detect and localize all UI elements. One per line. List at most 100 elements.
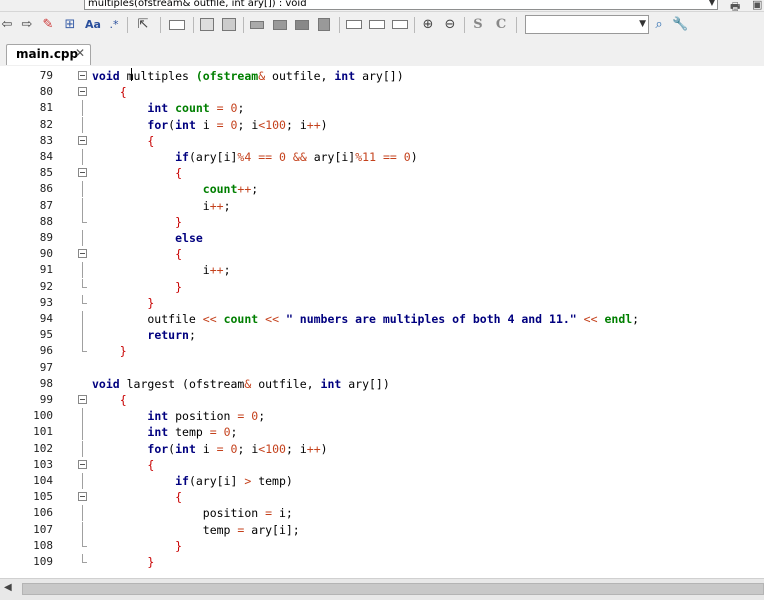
- line-number: 79: [39, 69, 53, 82]
- rect1-icon[interactable]: [345, 15, 363, 35]
- code-line[interactable]: 108 }: [0, 537, 764, 554]
- fold-toggle-icon[interactable]: [78, 249, 87, 259]
- code-line[interactable]: 79 void multiples (ofstream& outfile, int…: [0, 68, 764, 84]
- line-number: 106: [33, 506, 53, 520]
- scroll-left-icon[interactable]: ◀: [4, 582, 12, 593]
- code-line[interactable]: 86 count++;: [0, 181, 764, 198]
- fold-toggle-icon[interactable]: [78, 459, 87, 469]
- code-token: int: [147, 101, 169, 116]
- code-token: }: [175, 214, 183, 229]
- code-text: }: [92, 295, 154, 311]
- code-line[interactable]: 107 temp = ary[i];: [0, 521, 764, 538]
- pencil-icon[interactable]: ✎: [40, 15, 56, 35]
- code-line[interactable]: 109 }: [0, 554, 764, 570]
- fold-end: [82, 537, 87, 547]
- rect3-icon[interactable]: [391, 15, 409, 35]
- block3-icon[interactable]: [294, 15, 310, 35]
- code-line[interactable]: 103 {: [0, 457, 764, 473]
- zoom-in-icon[interactable]: ⊕: [419, 15, 437, 35]
- window-icon[interactable]: ▣: [752, 0, 762, 11]
- code-text: }: [92, 343, 127, 359]
- regex-icon[interactable]: .*: [106, 15, 122, 35]
- fold-guide: [82, 181, 83, 198]
- fold-toggle-icon[interactable]: [78, 395, 87, 404]
- fold-toggle-icon[interactable]: [78, 87, 87, 97]
- search-icon[interactable]: ⌕: [651, 15, 667, 35]
- rectangle-icon[interactable]: [167, 15, 187, 35]
- block4-icon[interactable]: [316, 15, 332, 35]
- image-icon[interactable]: [199, 15, 215, 35]
- line-number: 102: [33, 441, 53, 455]
- search-combo[interactable]: ▼: [525, 15, 649, 34]
- toolbar-separator: [414, 17, 415, 33]
- code-line[interactable]: 97: [0, 360, 764, 376]
- code-line[interactable]: 98 void largest (ofstream& outfile, int a…: [0, 376, 764, 392]
- chevron-down-icon[interactable]: ▼: [639, 16, 646, 33]
- s-icon[interactable]: S: [471, 15, 485, 35]
- zoom-out-icon[interactable]: ⊖: [441, 15, 459, 35]
- code-line[interactable]: 80 {: [0, 84, 764, 100]
- code-line[interactable]: 105 {: [0, 489, 764, 505]
- code-line[interactable]: 101 int temp = 0;: [0, 424, 764, 441]
- rect2-icon[interactable]: [368, 15, 386, 35]
- text-cursor: [131, 68, 132, 81]
- code-line[interactable]: 96 }: [0, 343, 764, 359]
- code-line[interactable]: 85 {: [0, 165, 764, 181]
- code-line[interactable]: 94 outfile << count << " numbers are mul…: [0, 311, 764, 327]
- insert-icon[interactable]: ⊞: [62, 15, 78, 35]
- code-line[interactable]: 92 }: [0, 278, 764, 295]
- tab-main-cpp[interactable]: main.cpp ✕: [6, 44, 91, 65]
- image-frame-icon[interactable]: [221, 15, 237, 35]
- code-token: " numbers are multiples of both 4 and 11…: [285, 312, 577, 326]
- code-line[interactable]: 93 }: [0, 294, 764, 311]
- c-icon[interactable]: C: [494, 15, 508, 35]
- code-line[interactable]: 83 {: [0, 133, 764, 149]
- code-editor[interactable]: 79 void multiples (ofstream& outfile, int…: [0, 66, 764, 578]
- chevron-down-icon[interactable]: ▼: [706, 0, 718, 9]
- code-text: int temp = 0;: [92, 424, 237, 440]
- forward-arrow-icon[interactable]: ⇨: [19, 15, 35, 35]
- code-line[interactable]: 84 if(ary[i]%4 == 0 && ary[i]%11 == 0): [0, 149, 764, 165]
- block2-icon[interactable]: [272, 15, 288, 35]
- code-line[interactable]: 89 else: [0, 230, 764, 246]
- code-line[interactable]: 106 position = i;: [0, 505, 764, 522]
- code-text: int position = 0;: [92, 408, 265, 424]
- code-line[interactable]: 99 {: [0, 392, 764, 408]
- code-token: count: [202, 182, 238, 197]
- code-line[interactable]: 104 if(ary[i] > temp): [0, 473, 764, 489]
- wrench-icon[interactable]: 🔧: [672, 15, 688, 35]
- fold-toggle-icon[interactable]: [78, 168, 87, 178]
- code-line[interactable]: 87 i++;: [0, 197, 764, 214]
- code-token: =: [216, 441, 224, 456]
- code-line[interactable]: 100 int position = 0;: [0, 408, 764, 425]
- code-line[interactable]: 90 {: [0, 246, 764, 262]
- scrollbar-thumb[interactable]: [22, 583, 764, 595]
- code-text: int count = 0;: [92, 100, 244, 116]
- close-icon[interactable]: ✕: [75, 46, 85, 60]
- tab-label: main.cpp: [16, 47, 79, 61]
- code-line[interactable]: 88 }: [0, 213, 764, 230]
- code-token: {: [119, 85, 127, 100]
- function-combo[interactable]: multiples(ofstream& outfile, int ary[]) …: [84, 0, 718, 10]
- code-line[interactable]: 81 int count = 0;: [0, 100, 764, 117]
- code-text: {: [92, 84, 127, 100]
- fold-toggle-icon[interactable]: [78, 71, 87, 80]
- fold-guide: [82, 521, 83, 538]
- block1-icon[interactable]: [249, 15, 265, 35]
- font-icon[interactable]: Aa: [83, 15, 103, 35]
- code-line[interactable]: 82 for(int i = 0; i<100; i++): [0, 116, 764, 133]
- code-line[interactable]: 95 return;: [0, 327, 764, 344]
- pointer-icon[interactable]: ⇱: [136, 15, 150, 35]
- horizontal-scrollbar[interactable]: ◀: [0, 578, 764, 600]
- fold-toggle-icon[interactable]: [78, 492, 87, 502]
- fold-toggle-icon[interactable]: [78, 135, 87, 145]
- code-text: void multiples (ofstream& outfile, int a…: [92, 68, 404, 84]
- code-line[interactable]: 91 i++;: [0, 262, 764, 279]
- back-arrow-icon[interactable]: ⇦: [0, 15, 14, 35]
- code-line[interactable]: 102 for(int i = 0; i<100; i++): [0, 440, 764, 457]
